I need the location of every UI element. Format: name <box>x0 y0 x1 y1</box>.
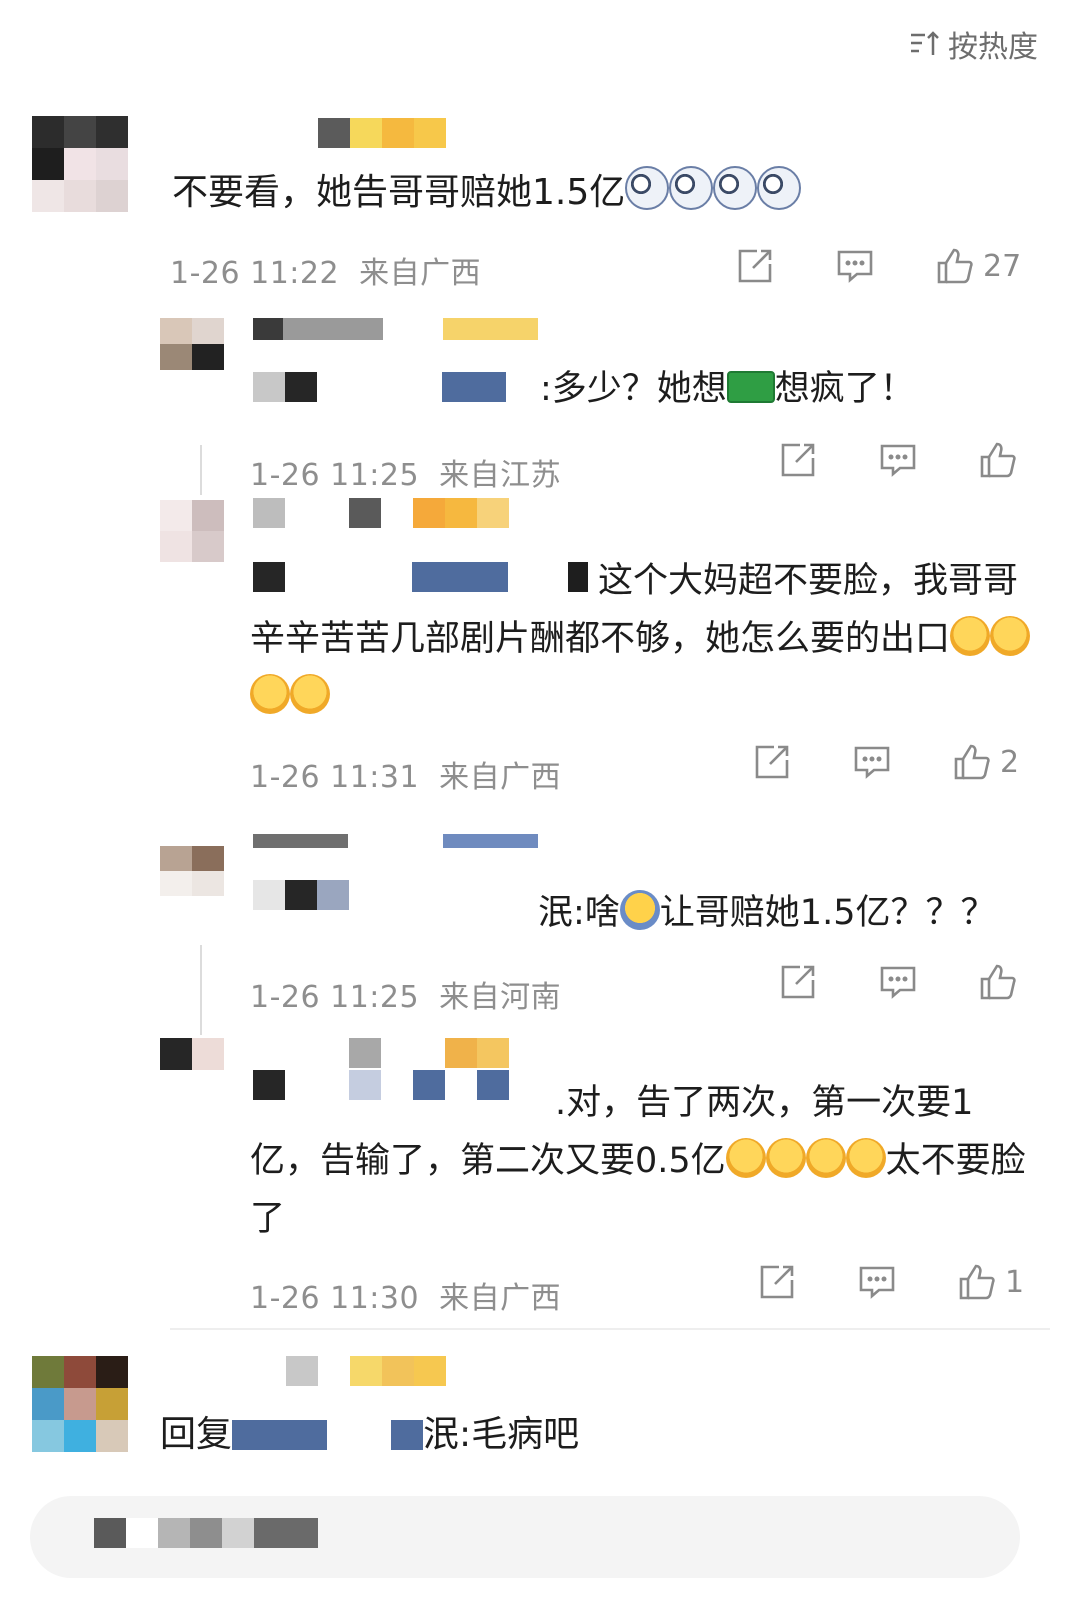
reply-actions: 2 <box>752 742 1019 782</box>
share-button[interactable] <box>778 962 818 1002</box>
location: 来自江苏 <box>439 458 562 493</box>
comment-icon <box>854 746 890 779</box>
share-button[interactable] <box>752 742 792 782</box>
sort-label: 按热度 <box>948 30 1038 65</box>
comment-icon <box>880 966 916 999</box>
timestamp: 1-26 11:25 <box>250 980 420 1015</box>
reply-text: 泯:啥 让哥赔她1.5亿？？？ <box>538 884 995 942</box>
share-icon <box>781 965 815 999</box>
thumbs-up-icon <box>954 744 990 780</box>
like-button[interactable]: 2 <box>952 742 1019 782</box>
scared-emoji <box>619 890 660 930</box>
username-mosaic[interactable] <box>253 498 509 528</box>
like-count: 27 <box>983 248 1022 284</box>
username-mosaic[interactable] <box>318 118 446 148</box>
reply-meta: 1-26 11:31 来自广西 <box>250 752 561 796</box>
timestamp: 1-26 11:22 <box>170 256 340 291</box>
sort-icon <box>911 31 939 55</box>
username-mosaic[interactable] <box>286 1356 446 1386</box>
thread-line <box>200 945 202 1035</box>
reply-actions <box>778 440 1018 480</box>
username-mosaic[interactable] <box>253 1038 509 1068</box>
reply-meta: 1-26 11:25 来自江苏 <box>250 450 561 494</box>
dog-face-emoji <box>757 166 802 210</box>
angry-emoji <box>290 674 330 714</box>
timestamp: 1-26 11:30 <box>250 1281 420 1316</box>
location: 来自广西 <box>359 256 482 291</box>
comment-icon <box>859 1266 895 1299</box>
like-button[interactable]: 1 <box>957 1262 1024 1302</box>
username-mosaic[interactable] <box>253 318 538 340</box>
share-button[interactable] <box>778 440 818 480</box>
thumbs-up-icon <box>937 248 973 284</box>
reply-mention-mosaic <box>253 880 539 910</box>
location: 来自广西 <box>439 760 562 795</box>
location: 来自广西 <box>439 1281 562 1316</box>
comment-text: 不要看，她告哥哥赔她1.5亿 <box>172 164 802 222</box>
reply-actions: 1 <box>757 1262 1024 1302</box>
divider <box>170 1328 1050 1330</box>
comment-button[interactable] <box>857 1262 897 1302</box>
comment-icon <box>837 250 873 283</box>
reply-text: :多少？她想 想疯了！ <box>540 369 915 409</box>
sort-by-hot-button[interactable]: 按热度 <box>908 22 1038 66</box>
reply-meta: 1-26 11:30 来自广西 <box>250 1273 561 1317</box>
reply-actions <box>778 962 1018 1002</box>
avatar[interactable] <box>160 846 224 896</box>
angry-emoji <box>765 1138 806 1178</box>
angry-emoji <box>990 616 1031 656</box>
comment-actions: 27 <box>735 246 1021 286</box>
share-button[interactable] <box>735 246 775 286</box>
angry-emoji <box>725 1138 766 1178</box>
comment-icon <box>880 444 916 477</box>
like-button[interactable] <box>978 440 1018 480</box>
like-count: 1 <box>1005 1264 1025 1300</box>
reply-text: 这个大妈超不要脸，我哥哥辛辛苦苦几部剧片酬都不够，她怎么要的出口 <box>250 552 1031 726</box>
dog-face-emoji <box>625 166 670 210</box>
thumbs-up-icon <box>980 442 1016 478</box>
like-button[interactable] <box>978 962 1018 1002</box>
share-icon <box>738 249 772 283</box>
share-icon <box>755 745 789 779</box>
comment-button[interactable] <box>878 440 918 480</box>
money-emoji <box>726 371 775 403</box>
avatar[interactable] <box>32 1356 128 1452</box>
angry-emoji <box>950 616 991 656</box>
dog-face-emoji <box>713 166 758 210</box>
angry-emoji <box>250 674 290 714</box>
reply-text: .对，告了两次，第一次要1亿，告输了，第二次又要0.5亿 太不要脸了 <box>250 1083 1026 1239</box>
thumbs-up-icon <box>980 964 1016 1000</box>
comment-input[interactable] <box>30 1496 1020 1578</box>
username-mosaic[interactable] <box>253 834 538 848</box>
avatar[interactable] <box>32 116 128 212</box>
like-count: 2 <box>1000 744 1020 780</box>
comment-button[interactable] <box>852 742 892 782</box>
dog-face-emoji <box>669 166 714 210</box>
like-button[interactable]: 27 <box>935 246 1021 286</box>
thumbs-up-icon <box>959 1264 995 1300</box>
comment-button[interactable] <box>835 246 875 286</box>
share-icon <box>781 443 815 477</box>
angry-emoji <box>845 1138 886 1178</box>
comment-button[interactable] <box>878 962 918 1002</box>
reply-meta: 1-26 11:25 来自河南 <box>250 972 561 1016</box>
avatar[interactable] <box>160 500 224 562</box>
share-button[interactable] <box>757 1262 797 1302</box>
comment-meta: 1-26 11:22 来自广西 <box>170 248 481 292</box>
location: 来自河南 <box>439 980 562 1015</box>
share-icon <box>760 1265 794 1299</box>
comment-text: 回复 泯:毛病吧 <box>160 1414 580 1455</box>
input-mosaic <box>94 1518 318 1548</box>
reply-mention-mosaic <box>253 372 506 402</box>
avatar[interactable] <box>160 1038 224 1070</box>
timestamp: 1-26 11:31 <box>250 760 420 795</box>
timestamp: 1-26 11:25 <box>250 458 420 493</box>
avatar[interactable] <box>160 318 224 370</box>
thread-line <box>200 445 202 495</box>
mention-mosaic <box>232 1420 424 1450</box>
angry-emoji <box>805 1138 846 1178</box>
